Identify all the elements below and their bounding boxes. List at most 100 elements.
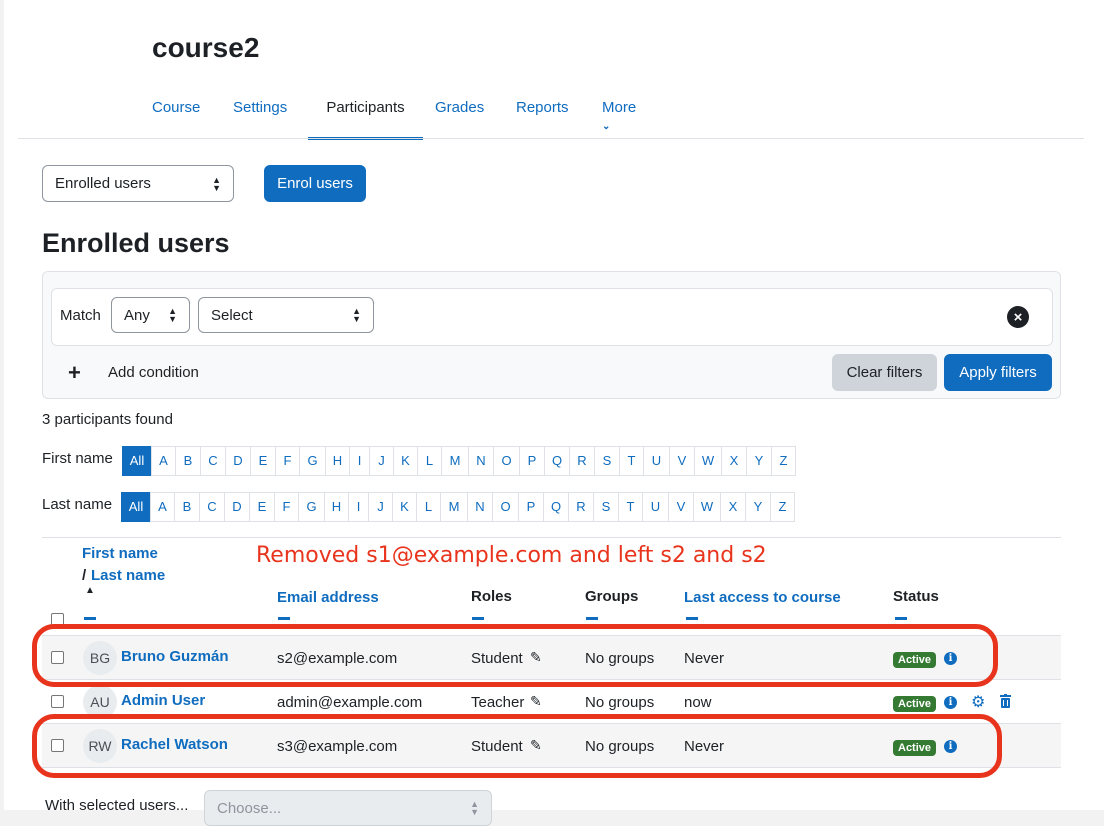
sort-first-name-link[interactable]: First name xyxy=(82,545,158,562)
first-name-letter-d[interactable]: D xyxy=(225,446,251,476)
select-caret-icon: ▲ ▼ xyxy=(212,174,221,193)
collapse-roles-icon[interactable] xyxy=(472,617,484,620)
first-name-letter-e[interactable]: E xyxy=(250,446,276,476)
bulk-actions-label: With selected users... xyxy=(45,797,189,814)
last-name-letter-y[interactable]: Y xyxy=(745,492,771,522)
tab-course[interactable]: Course xyxy=(152,99,216,140)
last-name-letter-n[interactable]: N xyxy=(467,492,493,522)
last-name-letter-h[interactable]: H xyxy=(324,492,349,522)
first-name-letter-s[interactable]: S xyxy=(594,446,620,476)
first-name-letter-n[interactable]: N xyxy=(468,446,494,476)
trash-icon[interactable] xyxy=(1000,694,1011,708)
last-name-letter-f[interactable]: F xyxy=(274,492,299,522)
edit-role-pencil-icon[interactable]: ✎ xyxy=(530,693,542,710)
last-name-letter-v[interactable]: V xyxy=(668,492,694,522)
sort-email-link[interactable]: Email address xyxy=(277,589,379,606)
first-name-letter-y[interactable]: Y xyxy=(746,446,772,476)
course-title: course2 xyxy=(152,32,260,63)
first-name-letter-x[interactable]: X xyxy=(721,446,747,476)
last-name-letter-p[interactable]: P xyxy=(518,492,544,522)
first-name-letter-r[interactable]: R xyxy=(569,446,595,476)
last-name-letter-g[interactable]: G xyxy=(298,492,325,522)
tab-participants[interactable]: Participants xyxy=(308,99,423,140)
add-condition-link[interactable]: Add condition xyxy=(108,364,199,381)
tab-grades[interactable]: Grades xyxy=(435,99,500,140)
last-name-letter-k[interactable]: K xyxy=(392,492,417,522)
plus-icon[interactable]: + xyxy=(68,360,81,386)
last-name-letter-r[interactable]: R xyxy=(568,492,594,522)
first-name-letter-c[interactable]: C xyxy=(200,446,226,476)
enrolled-users-select[interactable]: Enrolled users ▲ ▼ xyxy=(42,165,234,202)
last-name-letter-l[interactable]: L xyxy=(416,492,441,522)
last-name-initials-bar: All A B C D E F G H I J K L M N O P Q R S T U V W X Y Z xyxy=(121,492,795,522)
bulk-actions-select[interactable]: Choose... ▲ ▼ xyxy=(204,790,492,826)
last-name-letter-e[interactable]: E xyxy=(249,492,275,522)
condition-select[interactable]: Select ▲ ▼ xyxy=(198,297,374,333)
first-name-letter-t[interactable]: T xyxy=(619,446,644,476)
enrolment-info-icon[interactable]: i xyxy=(944,696,957,709)
table-top-divider xyxy=(42,537,1061,538)
more-label: More xyxy=(602,99,637,116)
collapse-name-icon[interactable] xyxy=(84,617,96,620)
gear-icon[interactable]: ⚙ xyxy=(971,692,985,712)
first-name-letter-all[interactable]: All xyxy=(122,446,152,476)
row-checkbox[interactable] xyxy=(51,695,64,708)
last-name-initials-label: Last name xyxy=(42,496,113,513)
first-name-letter-f[interactable]: F xyxy=(275,446,300,476)
last-name-letter-o[interactable]: O xyxy=(492,492,519,522)
last-name-letter-j[interactable]: J xyxy=(368,492,393,522)
first-name-letter-k[interactable]: K xyxy=(393,446,418,476)
collapse-status-icon[interactable] xyxy=(895,617,907,620)
first-name-letter-o[interactable]: O xyxy=(493,446,520,476)
collapse-groups-icon[interactable] xyxy=(586,617,598,620)
first-name-letter-h[interactable]: H xyxy=(325,446,350,476)
first-name-letter-z[interactable]: Z xyxy=(771,446,796,476)
first-name-letter-a[interactable]: A xyxy=(151,446,176,476)
first-name-letter-m[interactable]: M xyxy=(441,446,469,476)
first-name-letter-u[interactable]: U xyxy=(643,446,670,476)
tab-settings[interactable]: Settings xyxy=(233,99,303,140)
last-name-letter-z[interactable]: Z xyxy=(770,492,795,522)
apply-filters-button[interactable]: Apply filters xyxy=(944,354,1052,391)
tab-reports[interactable]: Reports xyxy=(516,99,585,140)
tab-more[interactable]: More ⌄ xyxy=(602,99,662,140)
last-name-letter-d[interactable]: D xyxy=(224,492,250,522)
nav-divider xyxy=(18,138,1084,139)
collapse-email-icon[interactable] xyxy=(278,617,290,620)
first-name-letter-p[interactable]: P xyxy=(519,446,545,476)
remove-condition-icon[interactable]: × xyxy=(1007,306,1029,328)
last-name-letter-t[interactable]: T xyxy=(618,492,643,522)
first-name-letter-i[interactable]: I xyxy=(349,446,370,476)
last-name-letter-m[interactable]: M xyxy=(440,492,468,522)
sort-last-name-link[interactable]: Last name xyxy=(91,567,165,584)
last-name-letter-u[interactable]: U xyxy=(642,492,669,522)
last-name-letter-w[interactable]: W xyxy=(693,492,721,522)
sort-last-access-link[interactable]: Last access to course xyxy=(684,589,841,606)
first-name-letter-j[interactable]: J xyxy=(369,446,394,476)
user-last-access: now xyxy=(684,694,712,711)
last-name-letter-b[interactable]: B xyxy=(174,492,200,522)
first-name-letter-v[interactable]: V xyxy=(669,446,695,476)
highlight-row-1 xyxy=(32,624,998,687)
last-name-letter-all[interactable]: All xyxy=(121,492,151,522)
match-select-value: Any xyxy=(124,306,150,324)
last-name-letter-c[interactable]: C xyxy=(199,492,225,522)
first-name-letter-l[interactable]: L xyxy=(417,446,442,476)
user-name-link[interactable]: Admin User xyxy=(121,692,205,709)
collapse-last-access-icon[interactable] xyxy=(686,617,698,620)
last-name-letter-x[interactable]: X xyxy=(720,492,746,522)
match-select[interactable]: Any ▲ ▼ xyxy=(111,297,190,333)
first-name-letter-b[interactable]: B xyxy=(175,446,201,476)
user-role: Teacher xyxy=(471,694,525,711)
first-name-letter-q[interactable]: Q xyxy=(544,446,570,476)
name-separator: / xyxy=(82,567,87,584)
last-name-letter-s[interactable]: S xyxy=(593,492,619,522)
clear-filters-button[interactable]: Clear filters xyxy=(832,354,937,391)
last-name-letter-i[interactable]: I xyxy=(348,492,369,522)
last-name-letter-q[interactable]: Q xyxy=(543,492,569,522)
user-email: admin@example.com xyxy=(277,694,423,711)
enrol-users-button[interactable]: Enrol users xyxy=(264,165,366,202)
first-name-letter-g[interactable]: G xyxy=(299,446,326,476)
first-name-letter-w[interactable]: W xyxy=(694,446,722,476)
last-name-letter-a[interactable]: A xyxy=(150,492,175,522)
